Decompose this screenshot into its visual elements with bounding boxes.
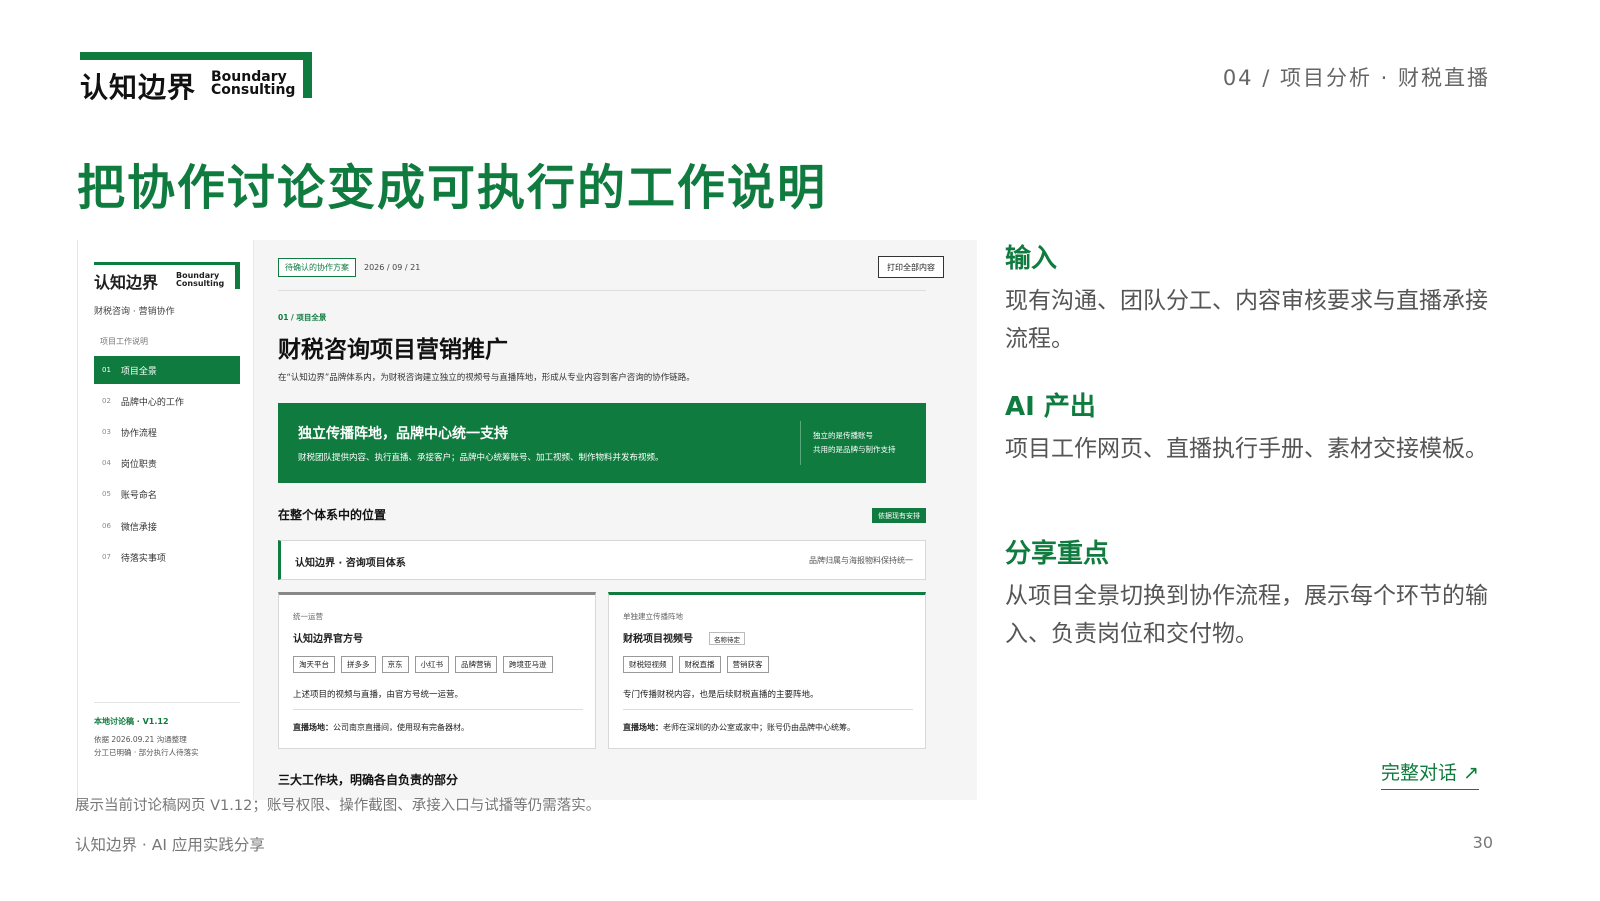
next-section-title: 三大工作块，明确各自负责的部分 bbox=[278, 773, 459, 787]
logo-bar-side bbox=[303, 52, 312, 98]
share-focus-text: 从项目全景切换到协作流程，展示每个环节的输入、负责岗位和交付物。 bbox=[1005, 583, 1488, 647]
finance-channel-card: 单独建立传播阵地 财税项目视频号 名称待定 财税短视频 财税直播 营销获客 专门… bbox=[608, 592, 926, 749]
chip: 营销获客 bbox=[726, 656, 769, 673]
chip: 拼多多 bbox=[341, 656, 376, 673]
chip-list: 财税短视频 财税直播 营销获客 bbox=[623, 656, 769, 673]
share-focus-heading: 分享重点 bbox=[1005, 539, 1110, 569]
highlight-banner: 独立传播阵地，品牌中心统一支持 财税团队提供内容、执行直播、承接客户；品牌中心统… bbox=[278, 403, 926, 483]
banner-title: 独立传播阵地，品牌中心统一支持 bbox=[298, 426, 508, 442]
logo-cn: 认知边界 bbox=[80, 71, 197, 104]
print-button[interactable]: 打印全部内容 bbox=[878, 256, 944, 278]
doc-description: 在“认知边界”品牌体系内，为财税咨询建立独立的视频号与直播阵地，形成从专业内容到… bbox=[278, 373, 695, 383]
chip: 跨境亚马逊 bbox=[503, 656, 553, 673]
screenshot-caption: 展示当前讨论稿网页 V1.12；账号权限、操作截图、承接入口与试播等仍需落实。 bbox=[75, 798, 601, 814]
chip-list: 淘天平台 拼多多 京东 小红书 品牌营销 跨境亚马逊 bbox=[293, 656, 553, 673]
mini-logo: 认知边界 Boundary Consulting bbox=[94, 262, 240, 292]
pending-badge: 待确认的协作方案 bbox=[278, 258, 356, 277]
divider bbox=[94, 702, 240, 703]
brand-logo: 认知边界 Boundary Consulting bbox=[80, 52, 312, 104]
mini-main: 待确认的协作方案 2026 / 09 / 21 打印全部内容 01 / 项目全景… bbox=[254, 240, 977, 800]
banner-desc: 财税团队提供内容、执行直播、承接客户；品牌中心统筹账号、加工视频、制作物料并发布… bbox=[298, 453, 664, 463]
system-title: 认知边界 · 咨询项目体系 bbox=[295, 558, 406, 569]
version-note: 依据 2026.09.21 沟通整理 bbox=[94, 735, 187, 744]
system-row: 认知边界 · 咨询项目体系 品牌归属与海报物料保持统一 bbox=[278, 540, 926, 580]
doc-date: 2026 / 09 / 21 bbox=[364, 263, 421, 272]
logo-en: Boundary Consulting bbox=[211, 69, 296, 98]
sidebar-item-workflow[interactable]: 03 协作流程 bbox=[94, 418, 240, 446]
banner-note: 共用的是品牌与制作支持 bbox=[813, 445, 896, 454]
chip: 京东 bbox=[381, 656, 409, 673]
card-desc: 专门传播财税内容，也是后续财税直播的主要阵地。 bbox=[623, 690, 819, 700]
chip: 财税短视频 bbox=[623, 656, 673, 673]
sidebar-group-label: 项目工作说明 bbox=[100, 337, 148, 346]
official-account-card: 统一运营 认知边界官方号 淘天平台 拼多多 京东 小红书 品牌营销 跨境亚马逊 … bbox=[278, 592, 596, 749]
divider bbox=[278, 290, 926, 291]
page-number: 30 bbox=[1472, 833, 1493, 852]
version-label: 本地讨论稿 · V1.12 bbox=[94, 717, 169, 726]
mini-sidebar: 认知边界 Boundary Consulting 财税咨询 · 营销协作 项目工作… bbox=[78, 240, 254, 800]
card-kicker: 统一运营 bbox=[293, 612, 323, 621]
chip: 小红书 bbox=[414, 656, 449, 673]
sidebar-item-wechat[interactable]: 06 微信承接 bbox=[94, 512, 240, 540]
logo-bar bbox=[80, 52, 312, 60]
ai-output-heading: AI 产出 bbox=[1005, 392, 1096, 422]
sidebar-item-brand-center[interactable]: 02 品牌中心的工作 bbox=[94, 387, 240, 415]
card-footer: 直播场地：公司南京直播间，使用现有完备器材。 bbox=[293, 723, 469, 732]
chip: 财税直播 bbox=[678, 656, 721, 673]
version-note: 分工已明确 · 部分执行人待落实 bbox=[94, 748, 199, 757]
full-dialog-link[interactable]: 完整对话 ↗ bbox=[1381, 758, 1479, 790]
breadcrumb: 04 / 项目分析 · 财税直播 bbox=[1222, 66, 1490, 90]
name-pending-badge: 名称待定 bbox=[709, 632, 745, 645]
sidebar-item-todo[interactable]: 07 待落实事项 bbox=[94, 543, 240, 571]
system-note: 品牌归属与海报物料保持统一 bbox=[809, 556, 913, 565]
section-tag: 依据现有安排 bbox=[872, 508, 926, 523]
section-title: 在整个体系中的位置 bbox=[278, 508, 387, 522]
banner-note: 独立的是传播账号 bbox=[813, 431, 873, 440]
webpage-screenshot: 认知边界 Boundary Consulting 财税咨询 · 营销协作 项目工作… bbox=[77, 240, 977, 800]
chip: 品牌营销 bbox=[455, 656, 497, 673]
section-kicker: 01 / 项目全景 bbox=[278, 313, 327, 322]
card-desc: 上述项目的视频与直播，由官方号统一运营。 bbox=[293, 690, 464, 700]
sidebar-item-roles[interactable]: 04 岗位职责 bbox=[94, 449, 240, 477]
sidebar-item-account-naming[interactable]: 05 账号命名 bbox=[94, 480, 240, 508]
input-heading: 输入 bbox=[1005, 244, 1058, 274]
sidebar-item-overview[interactable]: 01 项目全景 bbox=[94, 356, 240, 384]
doc-heading: 财税咨询项目营销推广 bbox=[278, 337, 508, 363]
sidebar-subtitle: 财税咨询 · 营销协作 bbox=[94, 307, 175, 317]
page-title: 把协作讨论变成可执行的工作说明 bbox=[77, 160, 828, 216]
card-kicker: 单独建立传播阵地 bbox=[623, 612, 683, 621]
card-title: 认知边界官方号 bbox=[293, 634, 363, 645]
card-title: 财税项目视频号 bbox=[623, 634, 693, 645]
card-footer: 直播场地：老师在深圳的办公室或家中；账号仍由品牌中心统筹。 bbox=[623, 723, 855, 732]
ai-output-text: 项目工作网页、直播执行手册、素材交接模板。 bbox=[1005, 436, 1488, 462]
footer-text: 认知边界 · AI 应用实践分享 bbox=[75, 836, 265, 854]
input-text: 现有沟通、团队分工、内容审核要求与直播承接流程。 bbox=[1005, 288, 1488, 352]
chip: 淘天平台 bbox=[293, 656, 335, 673]
